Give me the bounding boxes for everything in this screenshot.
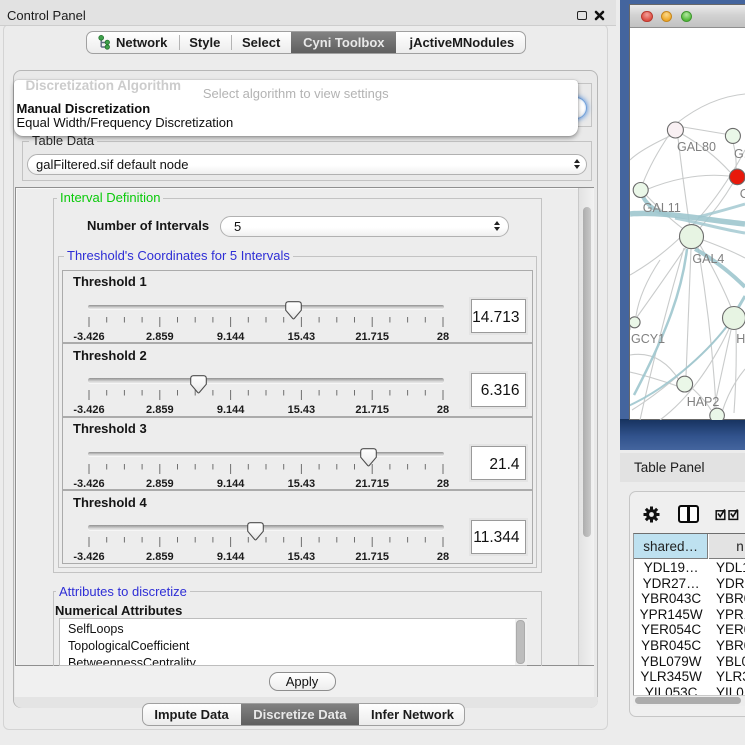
- svg-text:15.43: 15.43: [288, 331, 316, 343]
- svg-text:15.43: 15.43: [288, 404, 316, 416]
- svg-text:2.859: 2.859: [146, 478, 174, 490]
- svg-text:9.144: 9.144: [217, 478, 245, 490]
- svg-text:21.715: 21.715: [355, 331, 389, 343]
- svg-text:21.715: 21.715: [355, 551, 389, 563]
- svg-text:GCY1: GCY1: [631, 332, 665, 346]
- svg-text:28: 28: [437, 551, 449, 563]
- svg-text:15.43: 15.43: [288, 551, 316, 563]
- svg-text:2.859: 2.859: [146, 331, 174, 343]
- svg-text:-3.426: -3.426: [73, 404, 104, 416]
- svg-text:C: C: [740, 187, 745, 201]
- svg-text:21.715: 21.715: [355, 478, 389, 490]
- svg-text:GAL11: GAL11: [643, 201, 681, 215]
- svg-text:-3.426: -3.426: [73, 331, 104, 343]
- svg-text:28: 28: [437, 331, 449, 343]
- svg-text:GAL4: GAL4: [692, 252, 724, 266]
- svg-text:HAP2: HAP2: [687, 395, 720, 409]
- svg-text:28: 28: [437, 478, 449, 490]
- svg-text:28: 28: [437, 404, 449, 416]
- svg-text:9.144: 9.144: [217, 404, 245, 416]
- svg-text:G.: G.: [734, 147, 745, 161]
- svg-text:9.144: 9.144: [217, 551, 245, 563]
- svg-text:-3.426: -3.426: [73, 551, 104, 563]
- svg-text:21.715: 21.715: [355, 404, 389, 416]
- svg-text:2.859: 2.859: [146, 551, 174, 563]
- svg-text:H: H: [736, 332, 745, 346]
- svg-text:GAL80: GAL80: [677, 140, 716, 154]
- svg-text:9.144: 9.144: [217, 331, 245, 343]
- svg-text:-3.426: -3.426: [73, 478, 104, 490]
- svg-text:2.859: 2.859: [146, 404, 174, 416]
- svg-text:15.43: 15.43: [288, 478, 316, 490]
